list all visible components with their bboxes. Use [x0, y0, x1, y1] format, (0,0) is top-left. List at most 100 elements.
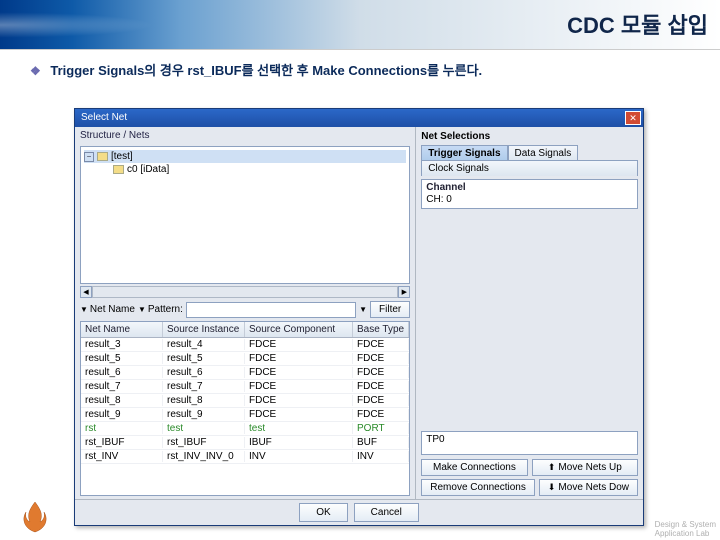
table-cell: result_4	[163, 339, 245, 350]
table-row[interactable]: result_7result_7FDCEFDCE	[81, 380, 409, 394]
table-cell: result_8	[81, 395, 163, 406]
watermark: Design & SystemApplication Lab	[655, 520, 716, 538]
table-cell: result_8	[163, 395, 245, 406]
table-cell: result_7	[163, 381, 245, 392]
table-cell: FDCE	[245, 381, 353, 392]
collapse-icon[interactable]: −	[84, 152, 94, 162]
close-icon: ✕	[629, 109, 637, 127]
move-nets-down-button[interactable]: ⬇Move Nets Dow	[539, 479, 638, 496]
tree-root[interactable]: − [test]	[84, 150, 406, 163]
table-row[interactable]: result_3result_4FDCEFDCE	[81, 338, 409, 352]
logo-icon	[20, 500, 50, 534]
table-cell: BUF	[353, 437, 409, 448]
filter-button[interactable]: Filter	[370, 301, 410, 318]
bullet-text: Trigger Signals의 경우 rst_IBUF를 선택한 후 Make…	[50, 63, 482, 78]
tab-trigger-signals[interactable]: Trigger Signals	[421, 145, 507, 161]
chevron-down-icon: ▼	[80, 305, 88, 314]
breadcrumb: Structure / Nets	[75, 127, 415, 144]
signal-tabs: Trigger Signals Data Signals	[421, 145, 638, 161]
table-row[interactable]: rsttesttestPORT	[81, 422, 409, 436]
scroll-right-icon[interactable]: ▶	[398, 286, 410, 298]
net-selections-title: Net Selections	[421, 130, 638, 145]
dialog-titlebar[interactable]: Select Net ✕	[75, 109, 643, 127]
col-source-component[interactable]: Source Component	[245, 322, 353, 337]
scroll-track[interactable]	[92, 286, 398, 298]
tp-box[interactable]: TP0	[421, 431, 638, 455]
folder-icon	[97, 152, 108, 161]
table-cell: rst_INV_INV_0	[163, 451, 245, 462]
table-cell: test	[163, 423, 245, 434]
signal-tabs-row2: Clock Signals	[421, 160, 638, 176]
table-cell: result_6	[163, 367, 245, 378]
channel-item[interactable]: CH: 0	[426, 193, 633, 206]
tab-clock-signals[interactable]: Clock Signals	[421, 160, 638, 176]
tree-child-label: c0 [iData]	[127, 164, 169, 175]
arrow-up-icon: ⬆	[548, 462, 556, 472]
right-pane: Net Selections Trigger Signals Data Sign…	[416, 127, 643, 499]
table-cell: FDCE	[353, 395, 409, 406]
table-body[interactable]: result_3result_4FDCEFDCEresult_5result_5…	[81, 338, 409, 495]
table-cell: PORT	[353, 423, 409, 434]
table-cell: FDCE	[353, 353, 409, 364]
table-cell: result_9	[81, 409, 163, 420]
table-row[interactable]: rst_INVrst_INV_INV_0INVINV	[81, 450, 409, 464]
table-cell: rst_INV	[81, 451, 163, 462]
dialog-footer: OK Cancel	[75, 499, 643, 525]
close-button[interactable]: ✕	[625, 111, 641, 125]
channel-label: Channel	[426, 182, 633, 193]
tab-data-signals[interactable]: Data Signals	[508, 145, 579, 161]
move-nets-up-button[interactable]: ⬆Move Nets Up	[532, 459, 638, 476]
folder-icon	[113, 165, 124, 174]
net-name-dropdown[interactable]: ▼Net Name	[80, 304, 135, 315]
tree-child[interactable]: + c0 [iData]	[84, 163, 406, 176]
table-cell: FDCE	[353, 381, 409, 392]
table-row[interactable]: result_8result_8FDCEFDCE	[81, 394, 409, 408]
table-cell: result_9	[163, 409, 245, 420]
table-cell: FDCE	[245, 409, 353, 420]
arrow-down-icon: ⬇	[548, 482, 556, 492]
table-row[interactable]: result_5result_5FDCEFDCE	[81, 352, 409, 366]
pattern-dropdown[interactable]: ▼Pattern:	[138, 304, 183, 315]
table-cell: FDCE	[353, 409, 409, 420]
table-cell: FDCE	[245, 353, 353, 364]
make-connections-button[interactable]: Make Connections	[421, 459, 527, 476]
connection-buttons: Make Connections ⬆Move Nets Up Remove Co…	[421, 459, 638, 496]
slide-bullet: ❖ Trigger Signals의 경우 rst_IBUF를 선택한 후 Ma…	[0, 50, 720, 82]
table-cell: result_3	[81, 339, 163, 350]
table-cell: rst_IBUF	[81, 437, 163, 448]
col-source-instance[interactable]: Source Instance	[163, 322, 245, 337]
scroll-left-icon[interactable]: ◀	[80, 286, 92, 298]
tree-scrollbar[interactable]: ◀ ▶	[80, 286, 410, 298]
remove-connections-button[interactable]: Remove Connections	[421, 479, 535, 496]
table-cell: IBUF	[245, 437, 353, 448]
filter-options[interactable]: ▼	[359, 305, 367, 314]
ok-button[interactable]: OK	[299, 503, 347, 522]
structure-tree[interactable]: − [test] + c0 [iData]	[80, 146, 410, 284]
table-row[interactable]: result_9result_9FDCEFDCE	[81, 408, 409, 422]
diamond-bullet-icon: ❖	[30, 64, 41, 78]
table-row[interactable]: rst_IBUFrst_IBUFIBUFBUF	[81, 436, 409, 450]
nets-table: Net Name Source Instance Source Componen…	[80, 321, 410, 496]
spacer	[421, 209, 638, 431]
table-cell: FDCE	[245, 339, 353, 350]
table-cell: result_5	[81, 353, 163, 364]
col-base-type[interactable]: Base Type	[353, 322, 409, 337]
col-net-name[interactable]: Net Name	[81, 322, 163, 337]
left-pane: Structure / Nets − [test] + c0 [iData] ◀…	[75, 127, 416, 499]
slide-header: CDC 모듈 삽입	[0, 0, 720, 50]
table-cell: result_7	[81, 381, 163, 392]
pattern-input[interactable]	[186, 302, 356, 318]
table-cell: INV	[353, 451, 409, 462]
tp-label: TP0	[426, 434, 633, 445]
tree-root-label: [test]	[111, 151, 133, 162]
dialog-title: Select Net	[81, 109, 127, 127]
table-cell: FDCE	[353, 339, 409, 350]
chevron-down-icon: ▼	[359, 305, 367, 314]
table-header-row: Net Name Source Instance Source Componen…	[81, 322, 409, 338]
table-cell: rst_IBUF	[163, 437, 245, 448]
table-row[interactable]: result_6result_6FDCEFDCE	[81, 366, 409, 380]
channel-box[interactable]: Channel CH: 0	[421, 179, 638, 209]
cancel-button[interactable]: Cancel	[354, 503, 419, 522]
chevron-down-icon: ▼	[138, 305, 146, 314]
table-cell: FDCE	[353, 367, 409, 378]
